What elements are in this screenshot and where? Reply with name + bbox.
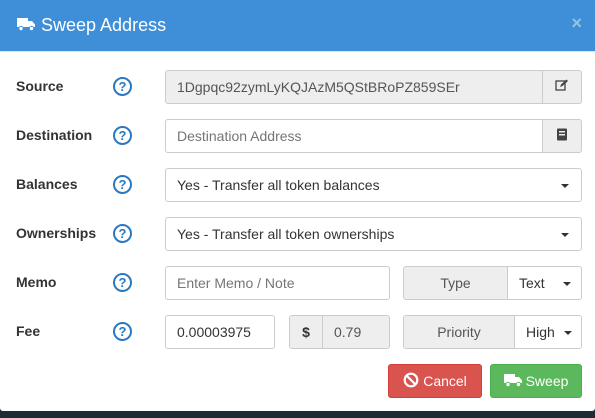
- fee-row: Fee ? 0.00003975 $ 0.79 Priority High: [0, 315, 595, 349]
- modal-title: Sweep Address: [17, 15, 166, 36]
- cancel-button[interactable]: Cancel: [388, 364, 482, 398]
- memo-type-value: Text: [519, 275, 545, 291]
- ownerships-help-icon[interactable]: ?: [113, 224, 132, 243]
- balances-select-value: Yes - Transfer all token balances: [177, 177, 380, 193]
- ownerships-select[interactable]: Yes - Transfer all token ownerships: [165, 217, 582, 251]
- source-input[interactable]: 1Dgpqc92zymLyKQJAzM5QStBRoPZ859SEr: [165, 70, 543, 104]
- source-label: Source: [16, 78, 64, 94]
- balances-label: Balances: [16, 176, 78, 192]
- ownerships-row: Ownerships ? Yes - Transfer all token ow…: [0, 217, 595, 251]
- source-row: Source ? 1Dgpqc92zymLyKQJAzM5QStBRoPZ859…: [0, 70, 595, 104]
- modal-footer: Cancel Sweep: [0, 364, 595, 398]
- memo-row: Memo ? Type Text: [0, 266, 595, 300]
- cancel-button-label: Cancel: [423, 373, 467, 389]
- chevron-down-icon: [561, 233, 569, 237]
- destination-label: Destination: [16, 127, 93, 143]
- modal-title-text: Sweep Address: [41, 15, 167, 35]
- dollar-icon: $: [289, 315, 323, 349]
- memo-help-icon[interactable]: ?: [113, 273, 132, 292]
- sweep-button-label: Sweep: [525, 373, 569, 389]
- ownerships-label: Ownerships: [16, 225, 97, 241]
- ban-icon: [403, 372, 423, 391]
- edit-icon: [555, 79, 569, 95]
- destination-help-icon[interactable]: ?: [113, 126, 132, 145]
- destination-input[interactable]: [165, 119, 543, 153]
- fee-amount-input[interactable]: 0.00003975: [165, 315, 275, 349]
- address-book-button[interactable]: [542, 119, 582, 153]
- destination-row: Destination ?: [0, 119, 595, 153]
- memo-type-select[interactable]: Text: [507, 266, 582, 300]
- edit-button[interactable]: [542, 70, 582, 104]
- balances-help-icon[interactable]: ?: [113, 175, 132, 194]
- sweep-address-modal: Sweep Address × Source ? 1Dgpqc92zymLyKQ…: [0, 0, 595, 411]
- fee-priority-label: Priority: [403, 315, 515, 349]
- chevron-down-icon: [564, 331, 572, 335]
- chevron-down-icon: [563, 282, 571, 286]
- close-button[interactable]: ×: [571, 13, 582, 33]
- memo-label: Memo: [16, 274, 57, 290]
- chevron-down-icon: [561, 184, 569, 188]
- memo-input[interactable]: [165, 266, 390, 300]
- modal-header: Sweep Address ×: [0, 0, 595, 52]
- balances-row: Balances ? Yes - Transfer all token bala…: [0, 168, 595, 202]
- fee-help-icon[interactable]: ?: [113, 322, 132, 341]
- fee-label: Fee: [16, 323, 41, 339]
- sweep-button[interactable]: Sweep: [490, 364, 582, 398]
- truck-icon: [17, 15, 41, 36]
- source-help-icon[interactable]: ?: [113, 77, 132, 96]
- fee-usd-value: 0.79: [322, 315, 390, 349]
- truck-icon: [503, 373, 526, 390]
- memo-type-label: Type: [403, 266, 508, 300]
- fee-priority-select[interactable]: High: [514, 315, 582, 349]
- address-book-icon: [556, 128, 568, 144]
- balances-select[interactable]: Yes - Transfer all token balances: [165, 168, 582, 202]
- background-strip: [0, 411, 595, 418]
- ownerships-select-value: Yes - Transfer all token ownerships: [177, 226, 395, 242]
- fee-priority-value: High: [526, 324, 555, 340]
